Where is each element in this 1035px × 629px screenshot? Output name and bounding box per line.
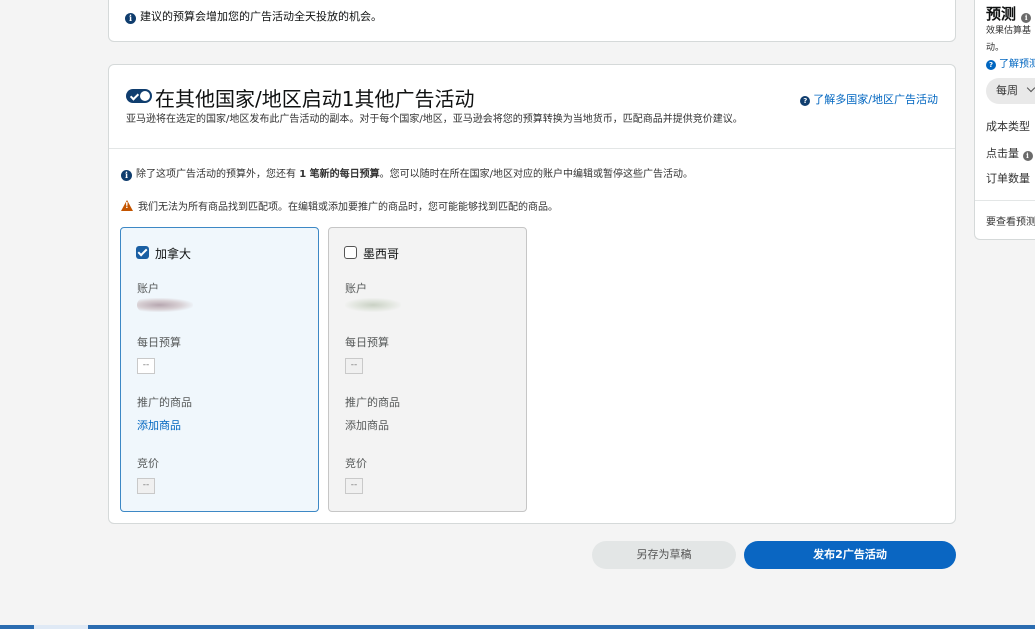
multi-country-description: 亚马逊将在选定的国家/地区发布此广告活动的副本。对于每个国家/地区，亚马逊会将您… (126, 114, 743, 125)
forecast-view-note: 要查看预测 (986, 217, 1035, 228)
divider (109, 148, 955, 149)
chevron-down-icon (1026, 83, 1035, 93)
bottom-bar (0, 625, 1035, 629)
learn-more-multi-country-link[interactable]: ? 了解多国家/地区广告活动 (800, 91, 938, 107)
help-icon: ? (800, 96, 811, 106)
mexico-checkbox[interactable] (344, 246, 357, 259)
budget-suggestion-text: 建议的预算会增加您的广告活动全天投放的机会。 (140, 10, 382, 23)
forecast-desc-line1: 效果估算基 (986, 26, 1032, 36)
bottom-bar-tab[interactable] (34, 625, 88, 629)
bid-value: -- (137, 478, 155, 494)
info-icon: i (1022, 151, 1033, 161)
orders-label: 订单数量 (986, 172, 1030, 185)
help-icon: ? (986, 60, 996, 70)
info-icon: i (125, 13, 136, 24)
budget-suggestion-notice: i 建议的预算会增加您的广告活动全天投放的机会。 (125, 8, 382, 24)
daily-budget-label: 每日预算 (137, 336, 181, 349)
clicks-label: 点击量 i (986, 145, 1035, 161)
warning-icon (121, 200, 133, 211)
budget-suggestion-card: i 建议的预算会增加您的广告活动全天投放的机会。 (108, 0, 956, 42)
info-icon: i (121, 170, 132, 181)
account-label: 账户 (345, 282, 367, 295)
country-card-mexico[interactable]: 墨西哥 账户 每日预算 -- 推广的商品 添加商品 竞价 -- (328, 227, 527, 512)
add-products-text: 添加商品 (345, 419, 389, 432)
country-name: 墨西哥 (363, 247, 400, 261)
account-blurred (345, 298, 401, 312)
daily-budget-value: -- (137, 358, 155, 374)
forecast-desc-line2: 动。 (986, 43, 1005, 53)
account-label: 账户 (137, 282, 159, 295)
bid-label: 竞价 (137, 457, 159, 470)
country-name: 加拿大 (155, 247, 192, 261)
publish-button[interactable]: 发布2广告活动 (744, 541, 956, 569)
account-blurred (137, 298, 193, 312)
multi-country-card: 在其他国家/地区启动1其他广告活动 ? 了解多国家/地区广告活动 亚马逊将在选定的… (108, 64, 956, 524)
multi-country-title: 在其他国家/地区启动1其他广告活动 (155, 87, 475, 111)
product-match-warning: 我们无法为所有商品找到匹配项。在编辑或添加要推广的商品时，您可能能够找到匹配的商… (121, 198, 558, 213)
promoted-products-label: 推广的商品 (345, 396, 400, 409)
canada-checkbox[interactable] (136, 246, 149, 259)
country-card-canada[interactable]: 加拿大 账户 每日预算 -- 推广的商品 添加商品 竞价 -- (120, 227, 319, 512)
cost-type-label: 成本类型 (986, 120, 1030, 133)
promoted-products-label: 推广的商品 (137, 396, 192, 409)
forecast-divider (975, 200, 1035, 201)
forecast-title: 预测 i (986, 3, 1035, 24)
add-products-link[interactable]: 添加商品 (137, 417, 181, 433)
daily-budget-value: -- (345, 358, 363, 374)
bid-value: -- (345, 478, 363, 494)
info-icon: i (1021, 13, 1032, 23)
forecast-period-select[interactable]: 每周 (986, 78, 1035, 104)
bid-label: 竞价 (345, 457, 367, 470)
toggle-icon[interactable] (126, 89, 152, 103)
save-draft-button[interactable]: 另存为草稿 (592, 541, 736, 569)
daily-budget-label: 每日预算 (345, 336, 389, 349)
additional-budget-notice: i 除了这项广告活动的预算外，您还有 1 笔新的每日预算。您可以随时在所在国家/地… (121, 165, 693, 181)
forecast-learn-link[interactable]: ? 了解预测 (986, 55, 1035, 70)
